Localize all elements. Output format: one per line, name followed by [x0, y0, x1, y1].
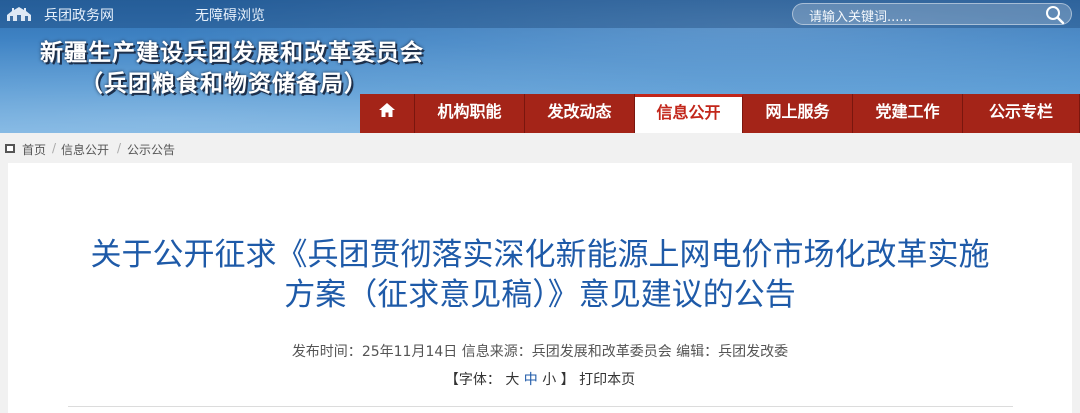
building-icon — [7, 7, 31, 21]
nav-item-public-notices[interactable]: 公示专栏 — [963, 94, 1080, 133]
font-medium-button[interactable]: 中 — [524, 372, 538, 388]
editor-value: 兵团发改委 — [718, 344, 789, 360]
article-title-line1: 关于公开征求《兵团贯彻落实深化新能源上网电价市场化改革实施 — [90, 237, 990, 273]
breadcrumb-separator: / — [52, 141, 57, 155]
site-title: 新疆生产建设兵团发展和改革委员会 — [40, 40, 424, 66]
article-meta: 发布时间：25年11月14日 信息来源：兵团发展和改革委员会 编辑：兵团发改委 — [0, 341, 1080, 361]
nav-item-functions[interactable]: 机构职能 — [415, 94, 525, 133]
nav-item-news[interactable]: 发改动态 — [525, 94, 635, 133]
accessibility-link[interactable]: 无障碍浏览 — [195, 5, 265, 25]
font-size-label-close: 】 — [560, 372, 575, 388]
font-small-button[interactable]: 小 — [542, 372, 556, 388]
publish-label: 发布时间： — [291, 344, 362, 360]
article-title-line2: 方案（征求意见稿）》意见建议的公告 — [284, 277, 796, 313]
divider — [68, 406, 1013, 407]
home-icon — [379, 103, 395, 117]
header-banner: 兵团政务网 无障碍浏览 请输入关键词...... 新疆生产建设兵团发展和改革委员… — [0, 0, 1080, 133]
gov-portal-link[interactable]: 兵团政务网 — [44, 5, 114, 25]
breadcrumb: 首页 / 信息公开 / 公示公告 — [0, 133, 1080, 163]
top-bar: 兵团政务网 无障碍浏览 请输入关键词...... — [0, 0, 1080, 28]
search-icon[interactable] — [1045, 5, 1065, 25]
nav-item-party-building[interactable]: 党建工作 — [853, 94, 963, 133]
site-subtitle: （兵团粮食和物资储备局） — [80, 71, 368, 97]
nav-item-info-disclosure[interactable]: 信息公开 — [635, 94, 743, 133]
main-nav: 机构职能 发改动态 信息公开 网上服务 党建工作 公示专栏 — [360, 94, 1080, 133]
article: 关于公开征求《兵团贯彻落实深化新能源上网电价市场化改革实施 方案（征求意见稿）》… — [0, 163, 1080, 413]
font-size-label: 【字体： — [444, 372, 501, 388]
publish-date: 25年11月14日 — [361, 344, 458, 360]
breadcrumb-home[interactable]: 首页 — [22, 141, 46, 158]
nav-home[interactable] — [360, 94, 415, 133]
source-value: 兵团发展和改革委员会 — [531, 344, 672, 360]
breadcrumb-info-disclosure[interactable]: 信息公开 — [61, 141, 109, 158]
nav-item-online-services[interactable]: 网上服务 — [743, 94, 853, 133]
breadcrumb-home-icon — [5, 144, 15, 153]
editor-label: 编辑： — [676, 344, 719, 360]
print-button[interactable]: 打印本页 — [579, 372, 635, 388]
article-title: 关于公开征求《兵团贯彻落实深化新能源上网电价市场化改革实施 方案（征求意见稿）》… — [40, 235, 1040, 315]
font-large-button[interactable]: 大 — [505, 372, 519, 388]
breadcrumb-notices[interactable]: 公示公告 — [127, 141, 175, 158]
search-input[interactable]: 请输入关键词...... — [792, 3, 1072, 25]
source-label: 信息来源： — [461, 344, 532, 360]
breadcrumb-separator: / — [117, 141, 122, 155]
article-tools: 【字体： 大 中 小 】 打印本页 — [0, 369, 1080, 389]
search-placeholder: 请输入关键词...... — [809, 10, 912, 25]
